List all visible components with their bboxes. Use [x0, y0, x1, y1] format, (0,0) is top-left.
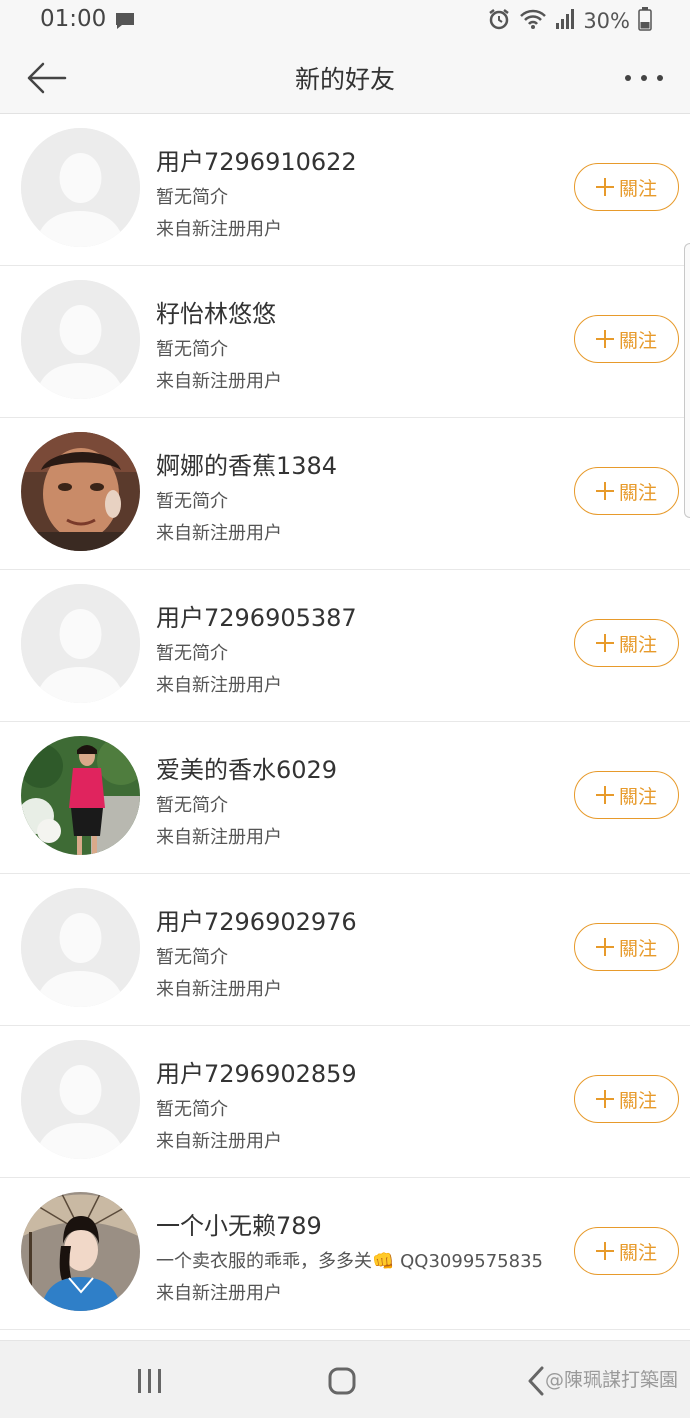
user-name[interactable]: 用户7296902976 [156, 902, 357, 937]
list-item[interactable]: 婀娜的香蕉1384 暂无简介 来自新注册用户 關注 [0, 418, 690, 570]
user-source: 来自新注册用户 [156, 1131, 282, 1152]
follow-label: 關注 [618, 785, 657, 808]
user-bio: 暂无简介 [156, 795, 228, 816]
user-name[interactable]: 用户7296905387 [156, 598, 357, 633]
message-icon [114, 11, 136, 35]
photo-avatar[interactable] [21, 1192, 140, 1311]
signal-icon [555, 8, 575, 34]
recent-apps-icon[interactable] [130, 1365, 170, 1397]
scroll-indicator[interactable] [684, 243, 690, 518]
photo-avatar[interactable] [21, 736, 140, 855]
follow-label: 關注 [618, 329, 657, 352]
user-name[interactable]: 用户7296902859 [156, 1054, 357, 1089]
battery-icon [638, 7, 652, 35]
user-source: 来自新注册用户 [156, 523, 282, 544]
default-avatar[interactable] [21, 888, 140, 1007]
list-item[interactable]: 用户7296902859 暂无简介 来自新注册用户 關注 [0, 1026, 690, 1178]
list-item[interactable]: 用户7296910622 暂无简介 来自新注册用户 關注 [0, 114, 690, 266]
system-nav-bar: @陳珮謀打築園 [0, 1340, 690, 1418]
follow-button[interactable]: 關注 [574, 923, 679, 971]
follow-button[interactable]: 關注 [574, 1227, 679, 1275]
follow-button[interactable]: 關注 [574, 1075, 679, 1123]
plus-icon [595, 1090, 614, 1108]
user-name[interactable]: 一个小无赖789 [156, 1206, 322, 1241]
follow-button[interactable]: 關注 [574, 771, 679, 819]
wifi-icon [519, 8, 547, 34]
user-source: 来自新注册用户 [156, 675, 282, 696]
default-avatar[interactable] [21, 280, 140, 399]
alarm-icon [487, 7, 511, 35]
follow-label: 關注 [618, 177, 657, 200]
follow-button[interactable]: 關注 [574, 467, 679, 515]
plus-icon [595, 1242, 614, 1260]
page-title: 新的好友 [294, 65, 395, 94]
list-item[interactable]: 用户7296902976 暂无简介 来自新注册用户 關注 [0, 874, 690, 1026]
app-header: 新的好友 [0, 42, 690, 114]
photo-avatar[interactable] [21, 432, 140, 551]
user-source: 来自新注册用户 [156, 1283, 282, 1304]
user-bio: 暂无简介 [156, 187, 228, 208]
status-time: 01:00 [40, 6, 107, 32]
list-item[interactable]: 用户7296905387 暂无简介 来自新注册用户 關注 [0, 570, 690, 722]
user-source: 来自新注册用户 [156, 371, 282, 392]
plus-icon [595, 634, 614, 652]
user-bio: 一个卖衣服的乖乖，多多关👊 QQ3099575835 [156, 1251, 543, 1272]
status-bar: 01:00 30% [0, 0, 690, 42]
follow-label: 關注 [618, 633, 657, 656]
follow-button[interactable]: 關注 [574, 619, 679, 667]
follow-label: 關注 [618, 937, 657, 960]
home-icon[interactable] [322, 1361, 362, 1401]
plus-icon [595, 178, 614, 196]
user-source: 来自新注册用户 [156, 219, 282, 240]
default-avatar[interactable] [21, 1040, 140, 1159]
battery-percent: 30% [583, 9, 630, 33]
plus-icon [595, 482, 614, 500]
user-name[interactable]: 籽怡林悠悠 [156, 294, 276, 329]
default-avatar[interactable] [21, 128, 140, 247]
status-icons: 30% [487, 7, 652, 35]
follow-label: 關注 [618, 1241, 657, 1264]
user-bio: 暂无简介 [156, 947, 228, 968]
user-bio: 暂无简介 [156, 339, 228, 360]
follow-label: 關注 [618, 1089, 657, 1112]
user-name[interactable]: 爱美的香水6029 [156, 750, 337, 785]
user-name[interactable]: 婀娜的香蕉1384 [156, 446, 337, 481]
follow-button[interactable]: 關注 [574, 163, 679, 211]
more-icon[interactable] [618, 56, 670, 100]
new-friends-list: 用户7296910622 暂无简介 来自新注册用户 關注 籽怡林悠悠 暂无简介 … [0, 114, 690, 1330]
user-bio: 暂无简介 [156, 491, 228, 512]
list-item[interactable]: 籽怡林悠悠 暂无简介 来自新注册用户 關注 [0, 266, 690, 418]
list-item[interactable]: 爱美的香水6029 暂无简介 来自新注册用户 關注 [0, 722, 690, 874]
user-bio: 暂无简介 [156, 643, 228, 664]
user-source: 来自新注册用户 [156, 979, 282, 1000]
plus-icon [595, 938, 614, 956]
user-source: 来自新注册用户 [156, 827, 282, 848]
plus-icon [595, 330, 614, 348]
follow-button[interactable]: 關注 [574, 315, 679, 363]
plus-icon [595, 786, 614, 804]
list-item[interactable]: 一个小无赖789 一个卖衣服的乖乖，多多关👊 QQ3099575835 来自新注… [0, 1178, 690, 1330]
watermark: @陳珮謀打築園 [544, 1369, 678, 1391]
user-bio: 暂无简介 [156, 1099, 228, 1120]
default-avatar[interactable] [21, 584, 140, 703]
user-name[interactable]: 用户7296910622 [156, 142, 357, 177]
follow-label: 關注 [618, 481, 657, 504]
